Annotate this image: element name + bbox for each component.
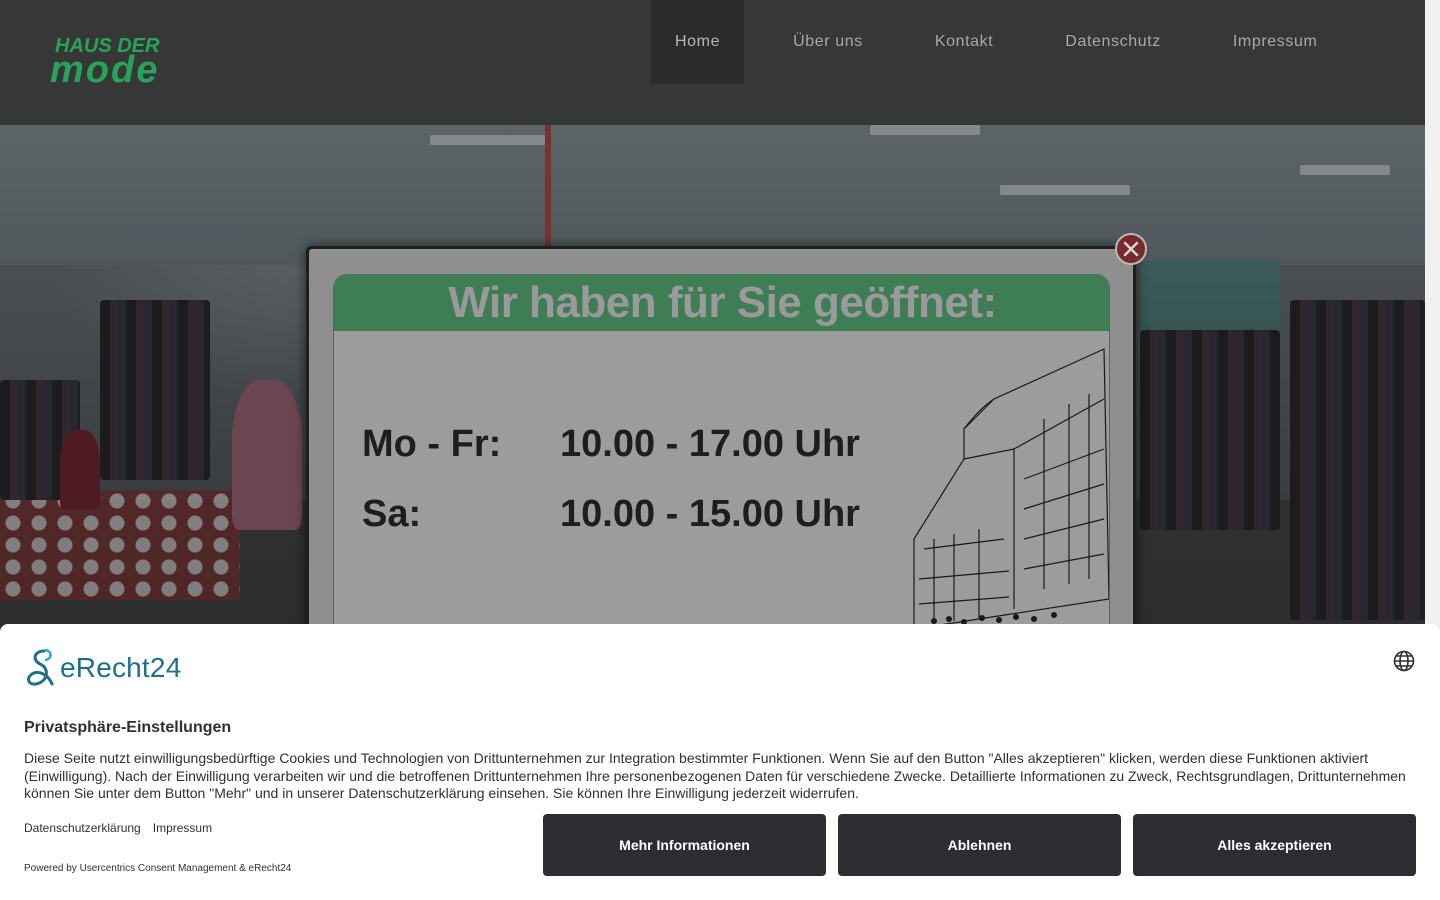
nav-ueber-uns[interactable]: Über uns bbox=[769, 0, 887, 84]
nav-impressum[interactable]: Impressum bbox=[1209, 0, 1342, 84]
nav-home[interactable]: Home bbox=[651, 0, 745, 84]
erecht24-wordmark: eRecht24 bbox=[60, 652, 182, 683]
popup-title-bar: Wir haben für Sie geöffnet: bbox=[334, 275, 1109, 331]
svg-text:mode: mode bbox=[50, 49, 159, 88]
consent-description: Diese Seite nutzt einwilligungsbedürftig… bbox=[24, 750, 1406, 801]
hours-day: Mo - Fr: bbox=[362, 423, 502, 465]
close-icon bbox=[1123, 241, 1139, 257]
erecht24-symbol-icon bbox=[27, 648, 54, 686]
more-information-button[interactable]: Mehr Informationen bbox=[543, 814, 826, 876]
deny-button[interactable]: Ablehnen bbox=[838, 814, 1121, 876]
opening-hours-popup: Wir haben für Sie geöffnet: Mo - Fr: 10.… bbox=[306, 246, 1136, 646]
popup-close-button[interactable] bbox=[1115, 233, 1147, 265]
nav-kontakt[interactable]: Kontakt bbox=[911, 0, 1017, 84]
popup-title: Wir haben für Sie geöffnet: bbox=[448, 278, 997, 327]
hours-row-saturday: Sa: 10.00 - 15.00 Uhr bbox=[362, 493, 860, 536]
main-nav: Home Über uns Kontakt Datenschutz Impres… bbox=[651, 0, 1365, 84]
hours-row-weekdays: Mo - Fr: 10.00 - 17.00 Uhr bbox=[362, 423, 860, 466]
hours-time: 10.00 - 15.00 Uhr bbox=[560, 493, 860, 535]
store-building-sketch bbox=[904, 339, 1109, 639]
site-header: HAUS DER mode Home Über uns Kontakt Date… bbox=[0, 0, 1425, 125]
nav-datenschutz[interactable]: Datenschutz bbox=[1041, 0, 1185, 84]
hours-day: Sa: bbox=[362, 493, 422, 535]
accept-all-button[interactable]: Alles akzeptieren bbox=[1133, 814, 1416, 876]
powered-by-text: Powered by Usercentrics Consent Manageme… bbox=[24, 863, 292, 874]
haus-der-mode-logo[interactable]: HAUS DER mode bbox=[50, 28, 250, 91]
erecht24-logo: eRecht24 bbox=[24, 648, 181, 688]
hours-time: 10.00 - 17.00 Uhr bbox=[560, 423, 860, 465]
opening-hours-card: Wir haben für Sie geöffnet: Mo - Fr: 10.… bbox=[333, 274, 1110, 644]
language-globe-icon[interactable] bbox=[1393, 650, 1415, 672]
privacy-policy-link[interactable]: Datenschutzerklärung bbox=[24, 821, 141, 835]
imprint-link[interactable]: Impressum bbox=[153, 821, 212, 835]
consent-links: Datenschutzerklärung Impressum bbox=[24, 821, 212, 835]
consent-title: Privatsphäre-Einstellungen bbox=[24, 719, 232, 736]
